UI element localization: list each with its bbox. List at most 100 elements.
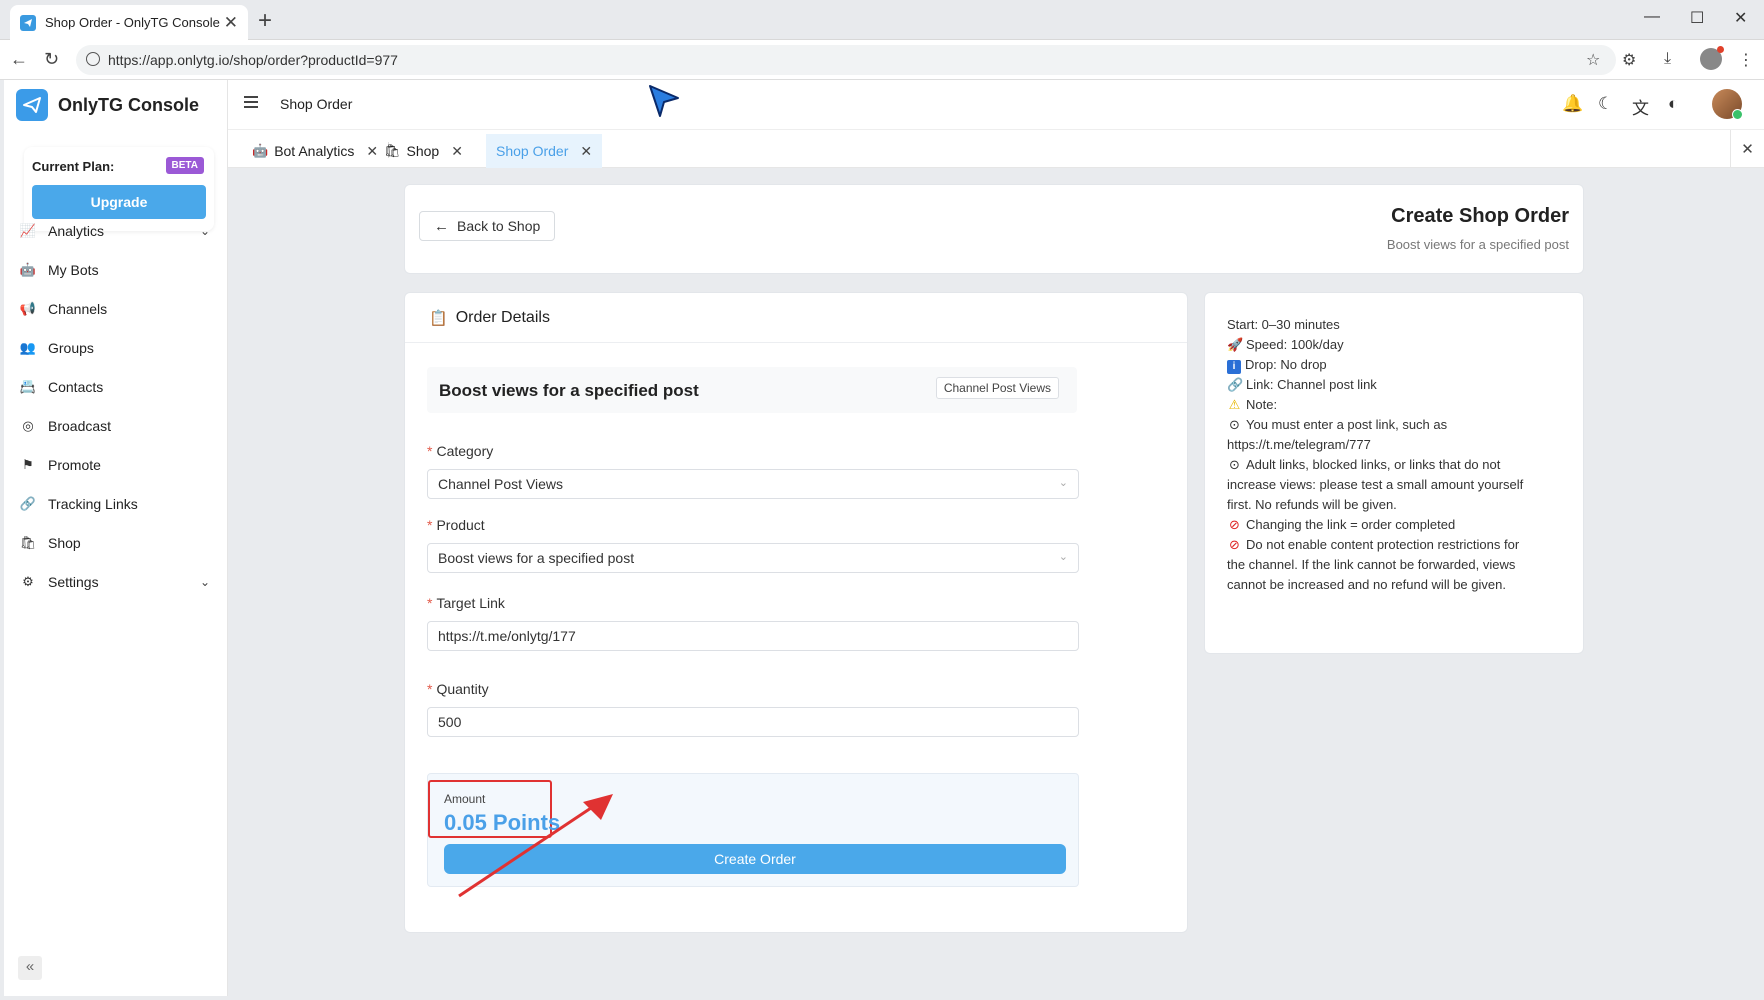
info-note: Note: — [1246, 397, 1278, 412]
shopping-bag-icon: 🛍 — [384, 143, 401, 158]
shopping-bag-icon: 🛍 — [19, 535, 37, 550]
browser-tab[interactable]: Shop Order - OnlyTG Console ✕ — [10, 5, 248, 40]
new-tab-icon[interactable]: + — [258, 7, 272, 35]
category-label-text: Category — [436, 443, 494, 459]
required-marker: * — [427, 681, 433, 697]
close-window-icon[interactable]: ✕ — [1734, 8, 1747, 28]
sidebar-item-groups[interactable]: 👥 Groups — [4, 328, 228, 368]
sidebar-item-promote[interactable]: ⚑ Promote — [4, 445, 228, 485]
link-icon: 🔗 — [1227, 377, 1244, 392]
sidebar-item-label: Broadcast — [48, 418, 112, 434]
browser-toolbar: ← ↻ https://app.onlytg.io/shop/order?pro… — [0, 40, 1764, 80]
info-speed-line: 🚀 Speed: 100k/day — [1227, 335, 1527, 355]
maximize-icon[interactable]: ☐ — [1690, 8, 1704, 28]
minimize-icon[interactable]: — — [1644, 8, 1660, 26]
chevron-down-icon: ⌄ — [199, 575, 210, 589]
prohibited-icon: ⊘ — [1229, 517, 1240, 532]
close-tab-icon[interactable]: ✕ — [224, 13, 238, 33]
site-info-icon[interactable] — [86, 52, 100, 66]
category-select[interactable]: Channel Post Views ⌄ — [427, 469, 1079, 499]
info-note3-line: ⊘ Changing the link = order completed — [1227, 515, 1527, 535]
sidebar-item-contacts[interactable]: 📇 Contacts — [4, 367, 228, 407]
reload-icon[interactable]: ↻ — [44, 49, 59, 70]
required-marker: * — [427, 443, 433, 459]
close-icon[interactable]: ✕ — [451, 143, 463, 160]
users-icon: 👥 — [19, 340, 37, 355]
product-label: * Product — [427, 517, 485, 533]
arrow-left-icon: ← — [434, 217, 449, 235]
theme-icon[interactable]: ◐ — [1668, 94, 1678, 114]
target-link-label-text: Target Link — [436, 595, 505, 611]
address-bar[interactable]: https://app.onlytg.io/shop/order?product… — [76, 45, 1616, 75]
sidebar-item-label: My Bots — [48, 262, 99, 278]
download-icon[interactable]: ⤓ — [1664, 50, 1671, 68]
avatar[interactable] — [1712, 89, 1743, 120]
info-note4: Do not enable content protection restric… — [1227, 537, 1520, 592]
tab-label: Bot Analytics — [274, 143, 355, 159]
tab-bot-analytics[interactable]: 🤖 Bot Analytics ✕ — [242, 134, 390, 168]
bookmark-star-icon[interactable]: ☆ — [1586, 50, 1600, 70]
chart-icon: 📈 — [19, 223, 37, 238]
brand-logo[interactable]: OnlyTG Console — [16, 89, 199, 121]
sidebar: OnlyTG Console Current Plan: BETA Upgrad… — [4, 80, 228, 996]
product-info-text: Start: 0–30 minutes 🚀 Speed: 100k/day i Dr… — [1227, 315, 1527, 595]
bot-icon: 🤖 — [19, 262, 37, 277]
sidebar-item-shop[interactable]: 🛍 Shop — [4, 523, 228, 563]
back-to-shop-button[interactable]: ← Back to Shop — [419, 211, 556, 241]
back-arrow-icon[interactable]: ← — [10, 49, 28, 70]
sidebar-item-channels[interactable]: 📢 Channels — [4, 289, 228, 329]
sidebar-item-label: Promote — [48, 457, 101, 473]
quantity-input[interactable]: 500 — [427, 707, 1079, 737]
sidebar-item-broadcast[interactable]: ◎ Broadcast — [4, 406, 228, 446]
quantity-value: 500 — [438, 714, 462, 730]
browser-tabstrip: Shop Order - OnlyTG Console ✕ + — ☐ ✕ — [0, 0, 1764, 40]
sidebar-item-settings[interactable]: ⚙ Settings ⌄ — [4, 562, 228, 602]
sidebar-item-label: Settings — [48, 574, 99, 590]
info-note2: Adult links, blocked links, or links tha… — [1227, 457, 1524, 512]
clock-icon: ⊙ — [1229, 457, 1240, 472]
bell-icon[interactable]: 🔔 — [1562, 94, 1583, 114]
sidebar-item-label: Channels — [48, 301, 108, 317]
translate-icon[interactable]: 文 — [1632, 94, 1649, 119]
tab-label: Shop Order — [496, 143, 569, 159]
page-header-card: ← Back to Shop Create Shop Order Boost v… — [404, 184, 1584, 274]
sidebar-item-my-bots[interactable]: 🤖 My Bots — [4, 250, 228, 290]
gear-icon: ⚙ — [22, 574, 34, 589]
collapse-sidebar-icon[interactable]: « — [18, 956, 42, 980]
promote-icon: ⚑ — [22, 457, 34, 472]
breadcrumb: Shop Order — [280, 96, 353, 112]
info-drop-line: i Drop: No drop — [1227, 355, 1527, 375]
tab-shop[interactable]: 🛍 Shop ✕ — [374, 134, 473, 168]
section-title: Order Details — [455, 308, 550, 326]
clock-icon: ⊙ — [1229, 417, 1240, 432]
chevron-down-icon: ⌄ — [199, 224, 210, 238]
info-note2-line: ⊙ Adult links, blocked links, or links th… — [1227, 455, 1527, 515]
close-icon[interactable]: ✕ — [580, 143, 592, 160]
target-link-label: * Target Link — [427, 595, 505, 611]
close-all-tabs-icon[interactable]: ✕ — [1730, 130, 1764, 168]
url-text: https://app.onlytg.io/shop/order?product… — [108, 52, 398, 68]
moon-icon[interactable]: ☾ — [1598, 94, 1613, 114]
category-value: Channel Post Views — [438, 476, 564, 492]
sidebar-item-label: Contacts — [48, 379, 104, 395]
info-note4-line: ⊘ Do not enable content protection restri… — [1227, 535, 1527, 595]
target-link-input[interactable]: https://t.me/onlytg/177 — [427, 621, 1079, 651]
browser-profile-icon[interactable] — [1700, 46, 1724, 70]
tab-shop-order[interactable]: Shop Order ✕ — [486, 134, 603, 168]
brand-name: OnlyTG Console — [58, 94, 200, 115]
extensions-icon[interactable]: ⚙ — [1622, 50, 1636, 70]
info-icon: i — [1227, 360, 1241, 374]
calendar-check-icon: 📋 — [429, 309, 448, 327]
telegram-logo-icon — [16, 89, 48, 121]
sidebar-item-analytics[interactable]: 📈 Analytics ⌄ — [4, 211, 228, 251]
quantity-label: * Quantity — [427, 681, 489, 697]
chevron-down-icon: ⌄ — [1058, 477, 1068, 489]
required-marker: * — [427, 517, 433, 533]
sidebar-item-tracking-links[interactable]: 🔗 Tracking Links — [4, 484, 228, 524]
product-info-card: Start: 0–30 minutes 🚀 Speed: 100k/day i Dr… — [1204, 292, 1584, 654]
menu-toggle-icon[interactable] — [244, 96, 258, 108]
page-subtitle: Boost views for a specified post — [1386, 237, 1569, 252]
sidebar-item-label: Shop — [48, 535, 81, 551]
product-select[interactable]: Boost views for a specified post ⌄ — [427, 543, 1079, 573]
browser-menu-icon[interactable]: ⋮ — [1738, 50, 1754, 70]
